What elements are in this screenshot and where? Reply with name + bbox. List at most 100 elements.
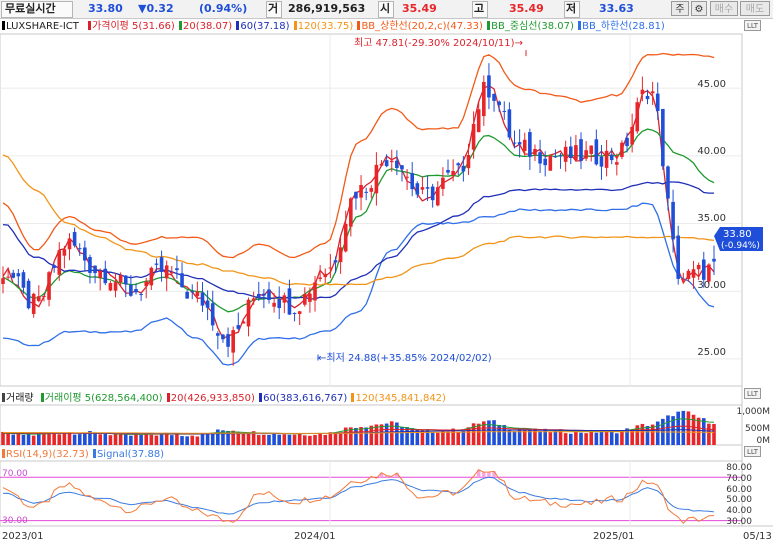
candle-body (379, 163, 384, 166)
volume-bar (318, 433, 322, 445)
candle-body (681, 278, 686, 280)
volume-bar (1, 431, 5, 445)
volume-axis-button[interactable]: LLT (744, 388, 761, 399)
candle-body (302, 293, 307, 305)
current-price-tag-pct: (-0.94%) (721, 241, 760, 251)
price-tick-45: 45.00 (697, 79, 726, 90)
volume-ma20-line (3, 425, 715, 435)
high-label: 고 (474, 2, 485, 15)
volume-bar (425, 429, 430, 445)
candlesticks (1, 63, 716, 366)
buy-button[interactable]: 매수 (710, 1, 738, 16)
volume-bar (615, 433, 619, 445)
candle-body (154, 263, 159, 265)
volume-bar (343, 427, 348, 445)
volume-bar (31, 435, 36, 445)
volume-bar (185, 436, 189, 445)
price-axis-button[interactable]: LLT (744, 20, 761, 31)
candle-body (11, 272, 16, 278)
volume-bar (584, 433, 588, 445)
volume-bar (241, 432, 246, 445)
candle-body (169, 272, 174, 274)
volume-bar (216, 429, 220, 445)
candle-body (435, 187, 440, 206)
candle-body (430, 186, 435, 201)
volume-bar (671, 416, 675, 445)
rsi-axis-button[interactable]: LLT (744, 446, 761, 457)
legend-ma60: 60(37.18) (240, 21, 290, 32)
volume-bar (292, 434, 297, 445)
volume-bar (67, 432, 72, 445)
candle-body (67, 238, 72, 250)
candle-body (359, 184, 363, 198)
high-value: 35.49 (509, 2, 544, 15)
volume-bar (548, 432, 553, 445)
candle-body (369, 188, 374, 192)
legend-ma20-swatch (179, 21, 183, 30)
stock-button[interactable]: 주 (671, 1, 689, 16)
volume-bar (88, 431, 92, 445)
volume-ma5-line (3, 418, 715, 435)
volume-bar (16, 432, 21, 445)
candle-body (31, 293, 36, 314)
volume-bar (476, 423, 481, 445)
volume-bar (666, 415, 670, 445)
volume-bar (430, 432, 435, 445)
candle-body (604, 150, 609, 168)
volume-bars (1, 410, 716, 445)
price-panel-frame (0, 33, 743, 387)
volume-bar (533, 428, 537, 445)
sell-button[interactable]: 매도 (740, 1, 770, 16)
candle-body (533, 148, 537, 155)
volume-bar (374, 424, 379, 445)
candle-body (415, 183, 420, 195)
volume-bar (175, 434, 179, 445)
legend-vol-ma20: 20(426,933,850) (170, 393, 255, 404)
candle-body (231, 330, 235, 353)
volume-bar (364, 427, 368, 445)
high-annotation: 최고 47.81(-29.30% 2024/10/11)→ (354, 37, 523, 49)
candle-body (251, 298, 256, 301)
candle-body (42, 295, 46, 297)
candle-body (103, 268, 108, 284)
candle-body (185, 291, 189, 299)
volume-panel-frame (0, 404, 743, 446)
volume-bar (579, 432, 583, 445)
candle-body (466, 154, 471, 169)
legend-bb-upper-swatch (357, 21, 361, 30)
low-annotation: ←최저 24.88(+35.85% 2024/02/02) (318, 352, 492, 364)
current-price: 33.80 (88, 2, 123, 15)
volume-bar (256, 435, 261, 445)
rsi-panel-frame (0, 460, 743, 527)
candle-body (72, 232, 77, 246)
candle-body (323, 273, 328, 278)
x-tick-2023-01: 2023/01 (2, 531, 44, 542)
candle-body (441, 177, 445, 189)
candle-body (625, 137, 629, 147)
volume-bar (231, 430, 235, 445)
candle-body (308, 293, 312, 302)
price-change-pct: (0.94%) (199, 2, 248, 15)
volume-bar (154, 435, 159, 445)
volume-bar (267, 434, 271, 445)
candle-body (37, 296, 41, 302)
candle-body (425, 187, 430, 189)
volume-bar (57, 434, 62, 445)
candle-body (292, 312, 297, 314)
volume-legend: 거래량 거래이평 5(628,564,400) 20(426,933,850) … (2, 393, 447, 405)
volume-bar (681, 410, 686, 445)
candle-body (456, 163, 461, 166)
volume-ma60-line (3, 429, 714, 435)
volume-bar (123, 433, 128, 445)
rsi-left-70: 70.00 (2, 469, 28, 479)
candle-body (57, 250, 62, 275)
volume-bar (83, 433, 87, 445)
candle-body (216, 333, 220, 336)
candle-body (558, 155, 563, 157)
candle-body (609, 154, 614, 161)
volume-bar (389, 421, 394, 445)
legend-ma60-swatch (236, 21, 240, 30)
settings-icon[interactable]: ⚙ (691, 1, 707, 16)
volume-bar (640, 423, 645, 445)
volume-bar (47, 433, 51, 445)
